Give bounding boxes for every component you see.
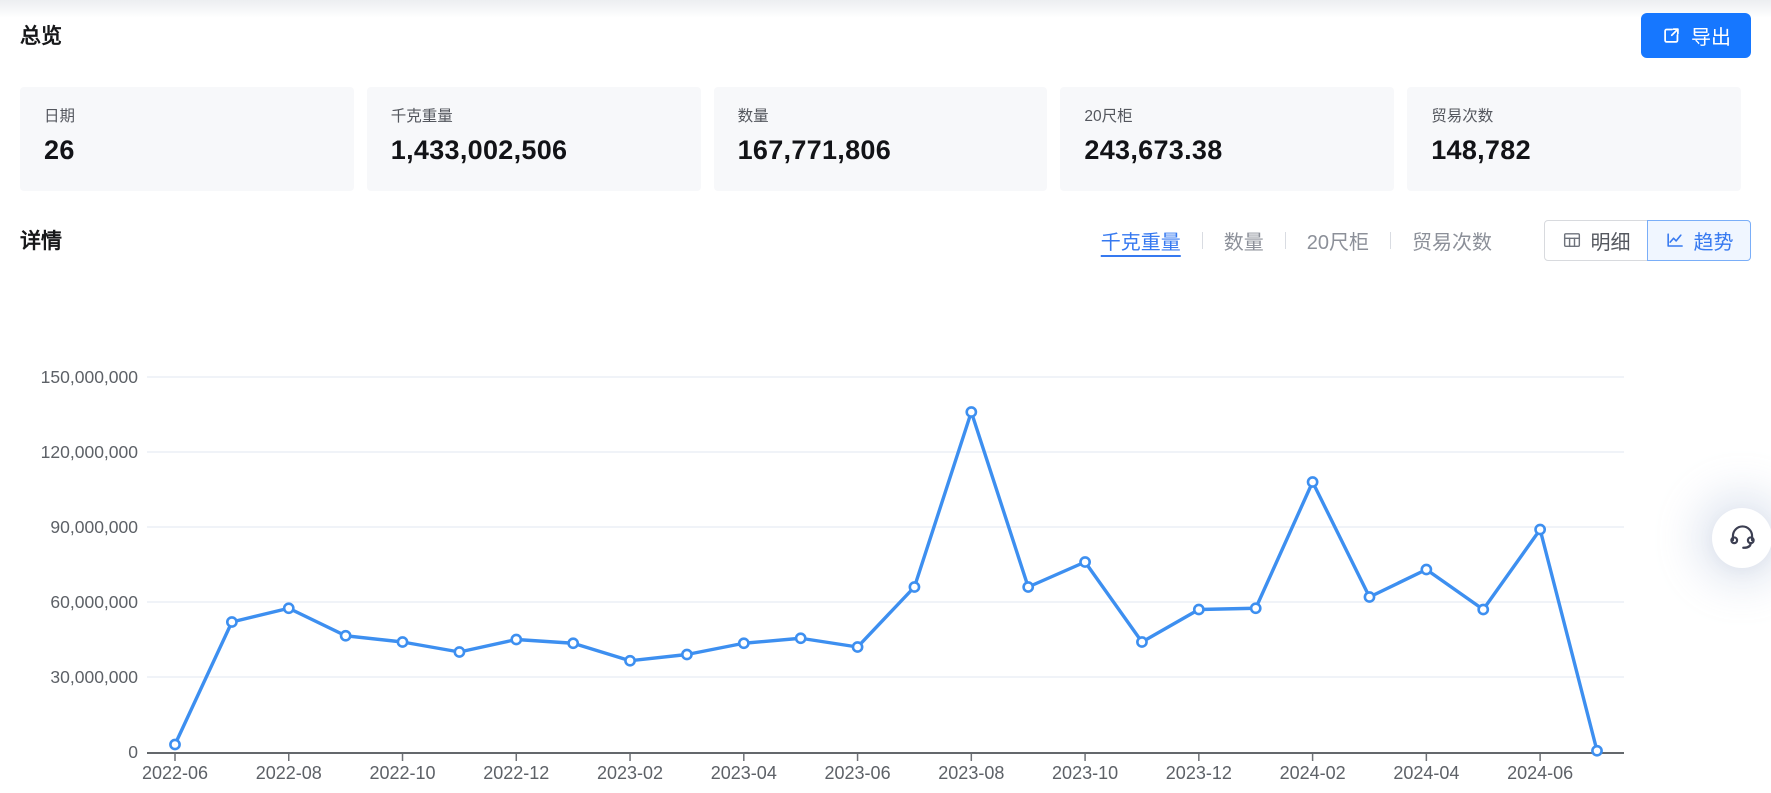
data-point[interactable] (341, 631, 350, 640)
headset-icon (1727, 520, 1758, 556)
data-point[interactable] (1251, 604, 1260, 613)
x-tick-label: 2023-02 (597, 763, 663, 783)
trend-line-chart: 0 30,000,000 60,000,000 90,000,000 120,000,0… (0, 0, 1771, 793)
x-tick-label: 2023-04 (711, 763, 777, 783)
data-point[interactable] (1194, 605, 1203, 614)
x-tick-label: 2023-12 (1166, 763, 1232, 783)
x-tick-label: 2024-04 (1393, 763, 1459, 783)
y-tick-label: 0 (128, 742, 138, 762)
data-point[interactable] (910, 582, 919, 591)
y-tick-label: 120,000,000 (41, 442, 139, 462)
data-point[interactable] (569, 639, 578, 648)
data-point[interactable] (398, 637, 407, 646)
data-point[interactable] (739, 639, 748, 648)
data-point[interactable] (455, 647, 464, 656)
data-point[interactable] (1024, 582, 1033, 591)
x-tick-label: 2022-06 (142, 763, 208, 783)
data-point[interactable] (1479, 605, 1488, 614)
x-tick-label: 2023-10 (1052, 763, 1118, 783)
data-point[interactable] (512, 635, 521, 644)
x-tick-label: 2023-06 (825, 763, 891, 783)
y-tick-label: 150,000,000 (41, 367, 139, 387)
x-tick-label: 2023-08 (938, 763, 1004, 783)
y-tick-label: 90,000,000 (50, 517, 138, 537)
x-tick-label: 2024-06 (1507, 763, 1573, 783)
trend-line (175, 412, 1597, 751)
x-tick-label: 2024-02 (1280, 763, 1346, 783)
data-point[interactable] (682, 650, 691, 659)
line-chart-icon (1665, 230, 1685, 250)
y-tick-label: 60,000,000 (50, 592, 138, 612)
data-point[interactable] (853, 642, 862, 651)
data-point[interactable] (1137, 637, 1146, 646)
data-point[interactable] (284, 604, 293, 613)
customer-service-button[interactable] (1712, 508, 1771, 568)
trend-view-button[interactable]: 趋势 (1647, 220, 1751, 261)
x-tick-label: 2022-08 (256, 763, 322, 783)
data-point[interactable] (1592, 746, 1601, 755)
data-point[interactable] (170, 740, 179, 749)
data-point[interactable] (1536, 525, 1545, 534)
data-point[interactable] (796, 634, 805, 643)
data-point[interactable] (1308, 477, 1317, 486)
dashboard-page: 总览 导出 日期 26 千克重量 1,433,002,506 数量 167,77… (0, 0, 1771, 793)
y-tick-label: 30,000,000 (50, 667, 138, 687)
data-point[interactable] (1080, 557, 1089, 566)
x-tick-label: 2022-10 (369, 763, 435, 783)
data-point[interactable] (1365, 592, 1374, 601)
x-tick-label: 2022-12 (483, 763, 549, 783)
trend-view-label: 趋势 (1694, 226, 1734, 255)
data-point[interactable] (967, 407, 976, 416)
data-point[interactable] (1422, 565, 1431, 574)
data-point[interactable] (625, 656, 634, 665)
data-point[interactable] (227, 617, 236, 626)
